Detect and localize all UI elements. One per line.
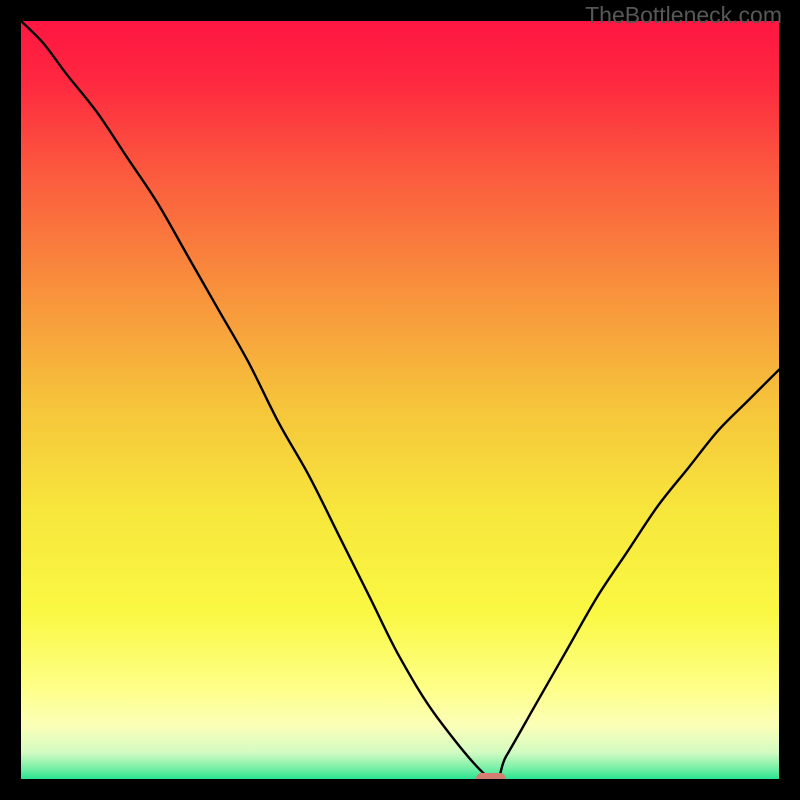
- chart-svg: [21, 21, 779, 779]
- chart-min-marker: [476, 773, 506, 779]
- watermark-text: TheBottleneck.com: [585, 2, 782, 29]
- chart-frame: TheBottleneck.com: [0, 0, 800, 800]
- chart-plot-area: [21, 21, 779, 779]
- chart-background: [21, 21, 779, 779]
